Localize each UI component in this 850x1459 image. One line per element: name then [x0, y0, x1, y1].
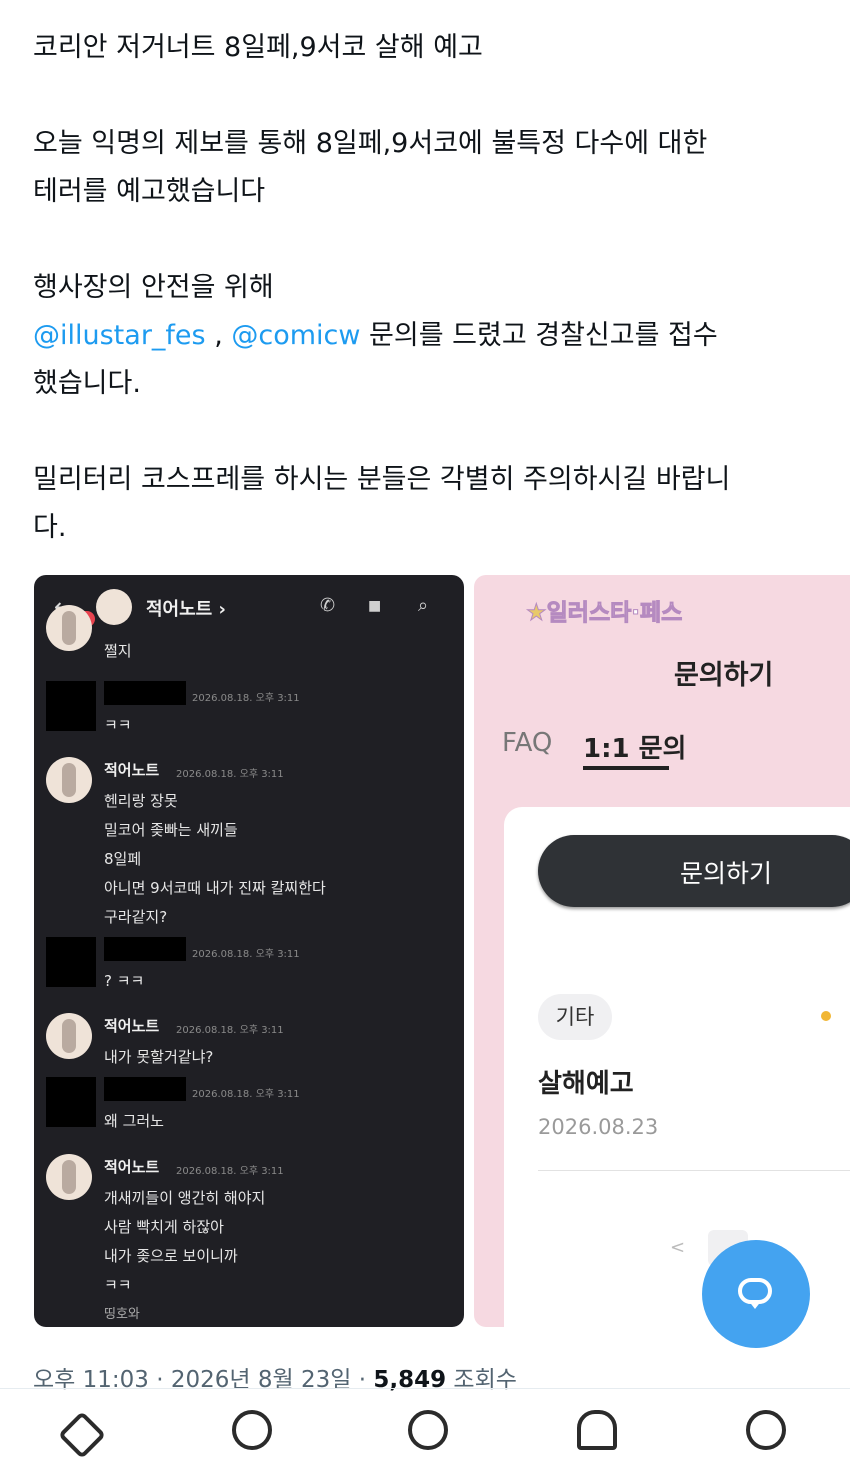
tweet-line: 했습니다. [33, 368, 141, 399]
tweet-line: @illustar_fes , @comicw 문의를 드렸고 경찰신고를 접수 [33, 312, 823, 360]
tab-faq[interactable]: FAQ [502, 728, 552, 758]
avatar [46, 757, 92, 803]
star-icon: ★ [526, 600, 548, 627]
messages-icon[interactable] [746, 1410, 786, 1450]
home-icon[interactable] [57, 1410, 107, 1459]
chat-message: 2026.08.18. 오후 3:11 ㅋㅋ [46, 681, 456, 741]
inquiry-screenshot-image[interactable]: ★일러스타·페스 문의하기 FAQ 1:1 문의 문의하기 기타 살해예고 20… [474, 575, 850, 1327]
redacted-name [104, 937, 186, 961]
tweet-line: 행사장의 안전을 위해 [33, 272, 274, 303]
message-time: 2026.08.18. 오후 3:11 [192, 949, 300, 960]
message-line: 쩔지 [104, 642, 132, 660]
compose-reply-button[interactable] [702, 1240, 810, 1348]
mention-illustar[interactable]: @illustar_fes [33, 320, 206, 351]
sender-name: 적어노트 [104, 1158, 160, 1176]
grok-icon[interactable] [408, 1410, 448, 1450]
message-lines: 헨리랑 장못 밀코어 좆빠는 새끼들 8일페 아니면 9서코때 내가 진짜 칼찌… [104, 787, 326, 932]
category-chip: 기타 [538, 994, 612, 1040]
mention-comicw[interactable]: @comicw [231, 320, 360, 351]
message-line: ? ㅋㅋ [104, 972, 145, 990]
view-count-label: 조회수 [446, 1367, 517, 1393]
inquiry-button-label: 문의하기 [680, 859, 773, 888]
message-time: 2026.08.18. 오후 3:11 [176, 1025, 284, 1036]
message-line: 내가 좆으로 보이니까 [104, 1247, 238, 1265]
notifications-icon[interactable] [577, 1410, 617, 1450]
chat-screenshot-image[interactable]: ← 99 적어노트 › ✆ ■ ⌕ 쩔지 2026.08.18. 오후 3:11… [34, 575, 464, 1327]
message-time: 2026.08.18. 오후 3:11 [192, 1089, 300, 1100]
redacted-name [104, 1077, 186, 1101]
tweet-line: 다. [33, 512, 67, 543]
tweet-comma: , [205, 320, 232, 351]
nav-divider [0, 1388, 850, 1389]
redacted-name [104, 681, 186, 705]
message-line: 아니면 9서코때 내가 진짜 칼찌한다 [104, 879, 326, 897]
chat-room-name: 적어노트 › [146, 599, 226, 620]
inquiry-date: 2026.08.23 [538, 1115, 659, 1139]
divider [538, 1170, 850, 1171]
avatar [46, 605, 92, 651]
redacted-avatar [46, 681, 96, 731]
redacted-avatar [46, 937, 96, 987]
message-lines: 왜 그러노 [104, 1107, 164, 1136]
chat-message: 적어노트 2026.08.18. 오후 3:11 내가 못할거같냐? [46, 1013, 456, 1073]
active-tab-indicator [583, 766, 669, 770]
message-time: 2026.08.18. 오후 3:11 [176, 769, 284, 780]
view-count: 5,849 [373, 1367, 447, 1393]
avatar [46, 1154, 92, 1200]
prev-page-icon[interactable]: < [670, 1237, 685, 1258]
message-time: 2026.08.18. 오후 3:11 [176, 1166, 284, 1177]
message-line: ㅋㅋ [104, 1276, 132, 1294]
message-line: 띵호와 [104, 1307, 140, 1322]
app-logo: ★일러스타·페스 [526, 593, 683, 627]
tweet-text: 코리안 저거너트 8일페,9서코 살해 예고 오늘 익명의 제보를 통해 8일페… [33, 24, 823, 552]
search-icon: ⌕ [418, 595, 429, 616]
message-line: 헨리랑 장못 [104, 792, 178, 810]
chat-message: 2026.08.18. 오후 3:11 왜 그러노 [46, 1077, 456, 1137]
chat-bubble-tail [748, 1300, 762, 1309]
message-line: 사람 빡치게 하잖아 [104, 1218, 224, 1236]
redacted-avatar [46, 1077, 96, 1127]
tweet-timestamp: 오후 11:03 · 2026년 8월 23일 · [33, 1367, 374, 1393]
message-lines: ? ㅋㅋ [104, 967, 144, 996]
message-line: 왜 그러노 [104, 1112, 164, 1130]
page-title: 문의하기 [674, 660, 774, 691]
tweet-text-rest: 문의를 드렸고 경찰신고를 접수 [360, 320, 718, 351]
sender-name: 적어노트 [104, 761, 160, 779]
message-lines: 개새끼들이 앵간히 해야지 사람 빡치게 하잖아 내가 좆으로 보이니까 ㅋㅋ … [104, 1184, 265, 1327]
chat-message: 적어노트 2026.08.18. 오후 3:11 개새끼들이 앵간히 해야지 사… [46, 1154, 456, 1324]
tweet-line: 코리안 저거너트 8일페,9서코 살해 예고 [33, 32, 483, 63]
search-icon[interactable] [232, 1410, 272, 1450]
inquiry-title[interactable]: 살해예고 [538, 1063, 634, 1100]
status-dot [821, 1011, 831, 1021]
message-lines: ㅋㅋ [104, 711, 132, 740]
app-logo-text: 일러스타·페스 [546, 600, 683, 627]
message-line: 구라같지? [104, 908, 168, 926]
message-time: 2026.08.18. 오후 3:11 [192, 693, 300, 704]
tweet-line: 테러를 예고했습니다 [33, 176, 266, 207]
chat-message: 적어노트 2026.08.18. 오후 3:11 헨리랑 장못 밀코어 좆빠는 … [46, 757, 456, 926]
inquiry-button[interactable]: 문의하기 [538, 835, 850, 907]
message-line: 내가 못할거같냐? [104, 1048, 214, 1066]
avatar [96, 589, 132, 625]
message-line: ㅋㅋ [104, 716, 132, 734]
tweet-line: 밀리터리 코스프레를 하시는 분들은 각별히 주의하시길 바랍니 [33, 464, 731, 495]
avatar [46, 1013, 92, 1059]
tab-1to1-inquiry[interactable]: 1:1 문의 [583, 728, 686, 765]
message-line: 8일페 [104, 850, 142, 868]
tweet-line: 오늘 익명의 제보를 통해 8일페,9서코에 불특정 다수에 대한 [33, 128, 708, 159]
message-line: 개새끼들이 앵간히 해야지 [104, 1189, 266, 1207]
sender-name: 적어노트 [104, 1017, 160, 1035]
message-lines: 내가 못할거같냐? [104, 1043, 213, 1072]
message-fragment: 쩔지 [46, 605, 456, 665]
message-line: 밀코어 좆빠는 새끼들 [104, 821, 238, 839]
chat-message: 2026.08.18. 오후 3:11 ? ㅋㅋ [46, 937, 456, 997]
video-icon: ■ [368, 598, 382, 614]
phone-icon: ✆ [320, 595, 336, 616]
